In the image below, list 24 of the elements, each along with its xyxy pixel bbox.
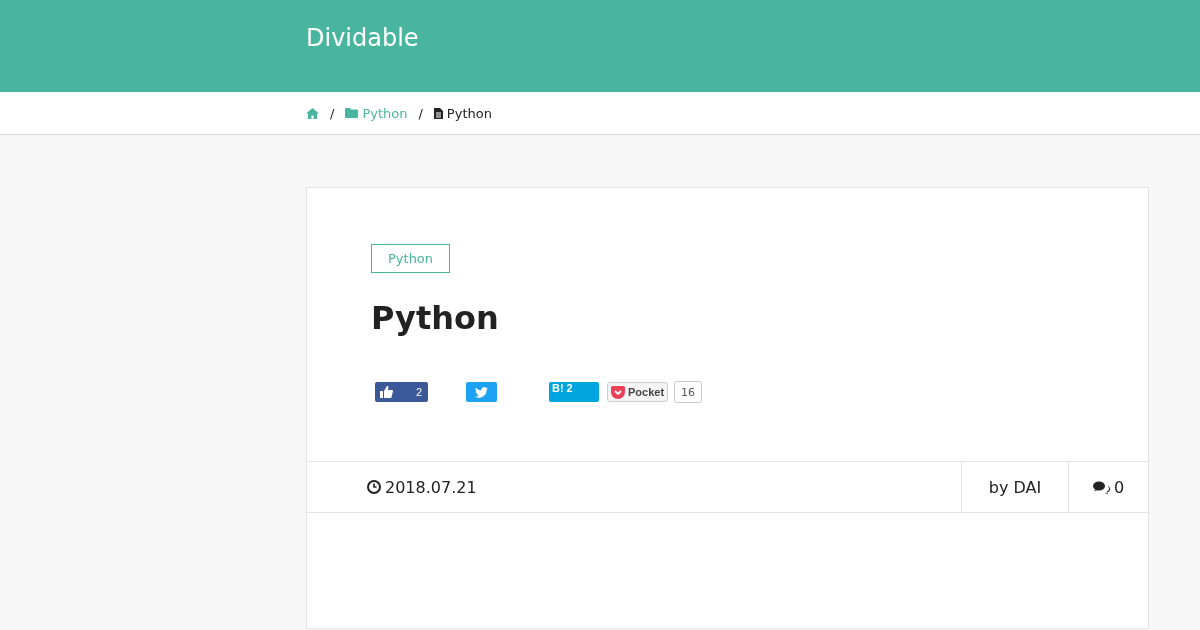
home-link[interactable] <box>306 107 319 119</box>
thumbs-up-icon <box>380 386 393 398</box>
breadcrumb-separator: / <box>418 105 423 121</box>
pocket-button[interactable]: Pocket <box>607 382 669 402</box>
article-title: Python <box>371 299 500 337</box>
like-button[interactable]: 2 <box>375 382 428 402</box>
breadcrumb-link[interactable]: Python <box>433 105 492 121</box>
clock-icon <box>367 480 381 494</box>
tweet-button[interactable] <box>466 382 497 402</box>
post-date: 2018.07.21 <box>385 477 477 497</box>
breadcrumb-separator: / <box>330 105 335 121</box>
document-icon <box>433 107 443 119</box>
hatena-bookmark-button[interactable]: B! 2 <box>549 382 599 402</box>
home-icon <box>306 107 319 119</box>
folder-icon <box>345 108 359 118</box>
pocket-icon <box>611 385 625 399</box>
comment-count: 0 <box>1113 477 1125 497</box>
site-title[interactable]: Dividable <box>306 24 419 52</box>
author-name: by DAI <box>961 462 1068 512</box>
pocket-count: 16 <box>674 381 703 403</box>
category-tag[interactable]: Python <box>371 244 451 273</box>
breadcrumb-link[interactable]: Python <box>345 105 408 121</box>
comments-icon <box>1092 480 1110 494</box>
bird-icon <box>475 386 488 398</box>
